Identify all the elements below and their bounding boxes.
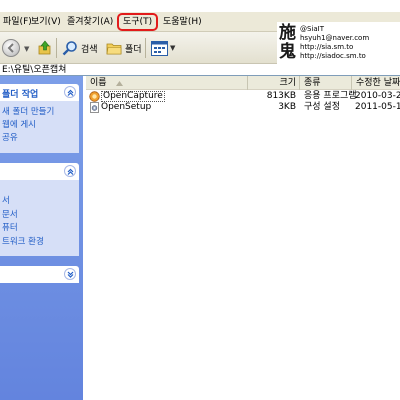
address-path[interactable]: E:\유틸\오픈캡쳐 <box>2 65 66 75</box>
settings-file-icon <box>90 102 99 113</box>
folder-tasks-title: 폴더 작업 <box>2 90 39 100</box>
menu-tools[interactable]: 도구(T) <box>123 16 152 28</box>
file-name: OpenCapture <box>101 91 165 102</box>
back-button[interactable] <box>2 39 20 57</box>
views-dropdown-icon: ▼ <box>170 44 176 52</box>
task-share[interactable]: 공유 <box>2 133 18 144</box>
back-dropdown-icon[interactable]: ▼ <box>24 45 29 53</box>
column-type-label: 종류 <box>304 78 321 88</box>
views-button[interactable]: ▼ <box>151 40 175 56</box>
file-date: 2010-03-22 <box>355 91 400 101</box>
task-pane: 폴더 작업 새 폴더 만들기 웹에 게시 공유 서 문서 퓨터 트워크 환경 <box>0 76 83 400</box>
back-arrow-icon <box>7 43 14 53</box>
stamp-text: @SiaIT hsyuh1@naver.com http://sia.sm.to… <box>300 25 369 61</box>
author-watermark: 施鬼 @SiaIT hsyuh1@naver.com http://sia.sm… <box>277 22 400 66</box>
collapse-chevron-icon[interactable] <box>64 86 76 98</box>
column-size[interactable]: 크기 <box>248 76 300 90</box>
explorer-window: 파일(F) 보기(V) 즐겨찾기(A) 도구(T) 도움말(H) ▼ 검색 폴더… <box>0 0 400 400</box>
folder-icon <box>106 43 122 55</box>
other-places-header[interactable] <box>0 163 79 180</box>
place-network[interactable]: 트워크 환경 <box>2 237 44 248</box>
toolbar-separator <box>56 38 57 58</box>
address-bar[interactable]: E:\유틸\오픈캡쳐 <box>0 64 400 76</box>
menu-file[interactable]: 파일(F) <box>3 16 32 28</box>
column-type[interactable]: 종류 <box>300 76 352 90</box>
menu-help[interactable]: 도움말(H) <box>163 16 202 28</box>
file-type: 응용 프로그램 <box>304 91 357 101</box>
file-type: 구성 설정 <box>304 102 340 112</box>
app-icon <box>89 91 100 102</box>
views-icon <box>151 40 168 56</box>
column-date-label: 수정한 날짜 <box>356 78 400 88</box>
folder-tasks-header[interactable]: 폴더 작업 <box>0 84 79 101</box>
other-places-body: 서 문서 퓨터 트워크 환경 <box>0 180 79 256</box>
column-header: 이름 크기 종류 수정한 날짜 <box>86 76 400 90</box>
search-button[interactable]: 검색 <box>62 40 98 56</box>
column-date[interactable]: 수정한 날짜 <box>352 76 400 90</box>
details-header[interactable] <box>0 266 79 283</box>
toolbar-separator <box>145 38 146 58</box>
task-new-folder[interactable]: 새 폴더 만들기 <box>2 107 54 118</box>
folders-button[interactable]: 폴더 <box>106 40 142 56</box>
menu-view[interactable]: 보기(V) <box>31 16 61 28</box>
table-row[interactable]: OpenCapture 813KB 응용 프로그램 2010-03-22 <box>86 91 400 102</box>
collapse-chevron-icon[interactable] <box>64 165 76 177</box>
sort-ascending-icon <box>116 81 123 86</box>
task-publish-web[interactable]: 웹에 게시 <box>2 120 36 131</box>
expand-chevron-icon[interactable] <box>64 268 76 280</box>
up-folder-icon[interactable] <box>38 40 52 56</box>
column-name[interactable]: 이름 <box>86 76 248 90</box>
place-my-computer[interactable]: 퓨터 <box>2 223 18 234</box>
place-my-documents[interactable]: 문서 <box>2 210 18 221</box>
column-name-label: 이름 <box>90 78 107 88</box>
folder-tasks-body: 새 폴더 만들기 웹에 게시 공유 <box>0 101 79 153</box>
menu-favorites[interactable]: 즐겨찾기(A) <box>67 16 113 28</box>
file-size: 3KB <box>278 102 296 112</box>
column-size-label: 크기 <box>279 78 296 88</box>
stamp-line: hsyuh1@naver.com <box>300 34 370 42</box>
file-date: 2011-05-11 <box>355 102 400 112</box>
place-documents[interactable]: 서 <box>2 196 10 207</box>
folders-label: 폴더 <box>125 44 142 55</box>
file-size: 813KB <box>266 91 296 101</box>
stamp-line: http://siadoc.sm.to <box>300 52 366 60</box>
search-label: 검색 <box>81 44 98 55</box>
stamp-line: http://sia.sm.to <box>300 43 354 51</box>
table-row[interactable]: OpenSetup 3KB 구성 설정 2011-05-11 <box>86 102 400 113</box>
file-name: OpenSetup <box>101 102 152 112</box>
stamp-logo: 施鬼 <box>279 23 296 62</box>
stamp-line: @SiaIT <box>300 25 325 33</box>
file-list: 이름 크기 종류 수정한 날짜 OpenCapture 813KB 응용 프로그… <box>86 76 400 400</box>
search-icon <box>62 41 77 56</box>
